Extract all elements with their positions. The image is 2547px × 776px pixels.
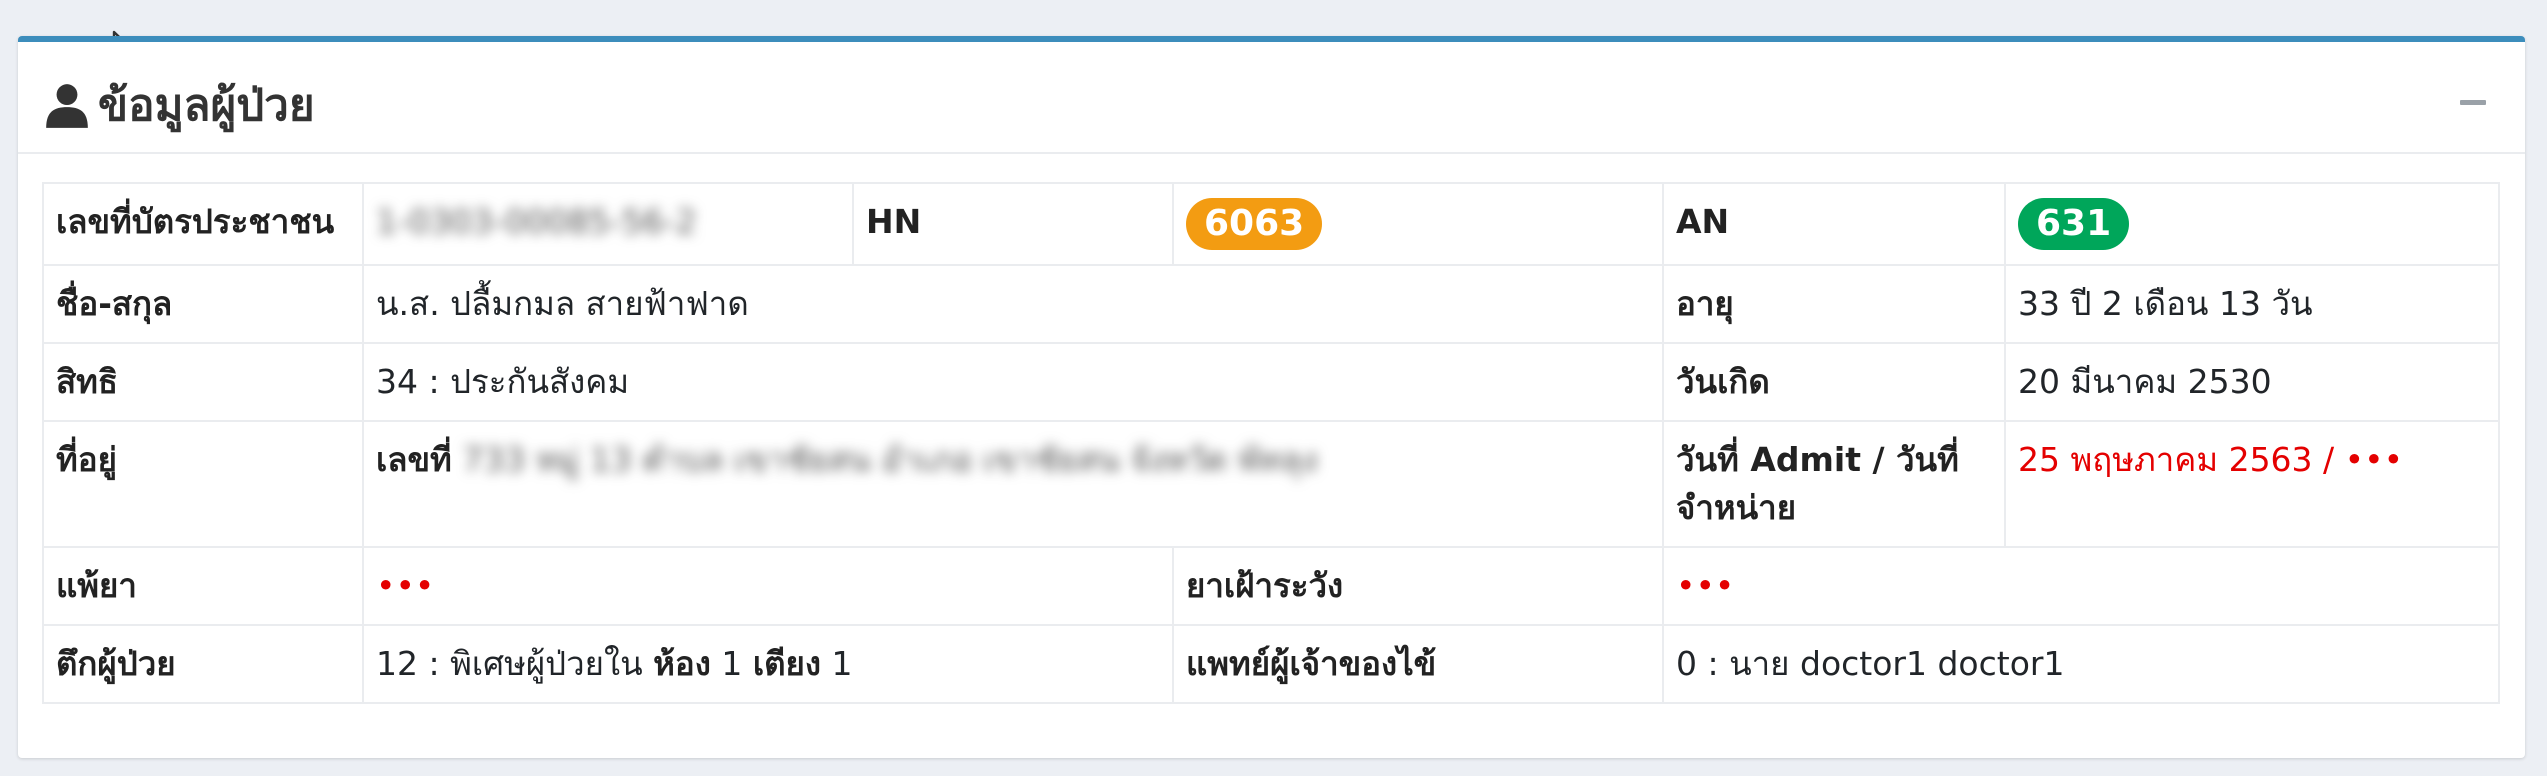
address-label: ที่อยู่ (42, 420, 364, 548)
minus-icon (2460, 99, 2486, 105)
id-card-value: 1-0303-00085-56-2 (376, 202, 697, 241)
an-label: AN (1662, 182, 2006, 266)
address-prefix: เลขที่ (376, 440, 452, 479)
card-title-text: ข้อมูลผู้ป่วย (98, 80, 315, 131)
name-label: ชื่อ-สกุล (42, 264, 364, 344)
hn-label: HN (852, 182, 1174, 266)
ward-value: 12 : พิเศษผู้ป่วยใน (376, 644, 643, 683)
dob-value: 20 มีนาคม 2530 (2004, 342, 2500, 422)
name-value: น.ส. ปลื้มกมล สายฟ้าฟาด (362, 264, 1664, 344)
room-value: 1 (721, 644, 743, 683)
watch-drug-label: ยาเฝ้าระวัง (1172, 546, 1664, 626)
age-label: อายุ (1662, 264, 2006, 344)
room-label: ห้อง (653, 644, 711, 683)
user-icon (46, 84, 88, 128)
table-row: สิทธิ 34 : ประกันสังคม วันเกิด 20 มีนาคม… (42, 342, 2500, 422)
patient-info-card: ข้อมูลผู้ป่วย เลขที่บัตรประชาชน 1-0303-0… (18, 36, 2525, 758)
allergy-label: แพ้ยา (42, 546, 364, 626)
admit-value: 25 พฤษภาคม 2563 / ••• (2004, 420, 2500, 548)
bed-label: เตียง (752, 644, 822, 683)
id-card-cell: 1-0303-00085-56-2 (362, 182, 854, 266)
ward-cell: 12 : พิเศษผู้ป่วยใน ห้อง 1 เตียง 1 (362, 624, 1174, 704)
an-cell: 631 (2004, 182, 2500, 266)
hn-cell: 6063 (1172, 182, 1664, 266)
table-row: แพ้ยา ••• ยาเฝ้าระวัง ••• (42, 546, 2500, 626)
right-value: 34 : ประกันสังคม (362, 342, 1664, 422)
hn-badge: 6063 (1186, 198, 1323, 250)
watch-drug-value: ••• (1662, 546, 2500, 626)
bed-value: 1 (831, 644, 853, 683)
doctor-value: 0 : นาย doctor1 doctor1 (1662, 624, 2500, 704)
id-card-label: เลขที่บัตรประชาชน (42, 182, 364, 266)
card-title: ข้อมูลผู้ป่วย (42, 70, 315, 140)
collapse-button[interactable] (2453, 82, 2493, 122)
doctor-label: แพทย์ผู้เจ้าของไข้ (1172, 624, 1664, 704)
table-row: เลขที่บัตรประชาชน 1-0303-00085-56-2 HN 6… (42, 182, 2500, 266)
admit-label: วันที่ Admit / วันที่จำหน่าย (1662, 420, 2006, 548)
an-badge: 631 (2018, 198, 2130, 250)
ward-label: ตึกผู้ป่วย (42, 624, 364, 704)
age-value: 33 ปี 2 เดือน 13 วัน (2004, 264, 2500, 344)
table-row: ตึกผู้ป่วย 12 : พิเศษผู้ป่วยใน ห้อง 1 เต… (42, 624, 2500, 704)
right-label: สิทธิ (42, 342, 364, 422)
dob-label: วันเกิด (1662, 342, 2006, 422)
table-row: ชื่อ-สกุล น.ส. ปลื้มกมล สายฟ้าฟาด อายุ 3… (42, 264, 2500, 344)
address-value: 733 หมู่ 13 ตำบล เขาชัยสน อำเภอ เขาชัยสน… (462, 440, 1318, 479)
card-header: ข้อมูลผู้ป่วย (18, 42, 2525, 154)
allergy-value: ••• (362, 546, 1174, 626)
patient-info-table: เลขที่บัตรประชาชน 1-0303-00085-56-2 HN 6… (42, 182, 2500, 704)
address-cell: เลขที่ 733 หมู่ 13 ตำบล เขาชัยสน อำเภอ เ… (362, 420, 1664, 548)
table-row: ที่อยู่ เลขที่ 733 หมู่ 13 ตำบล เขาชัยสน… (42, 420, 2500, 548)
